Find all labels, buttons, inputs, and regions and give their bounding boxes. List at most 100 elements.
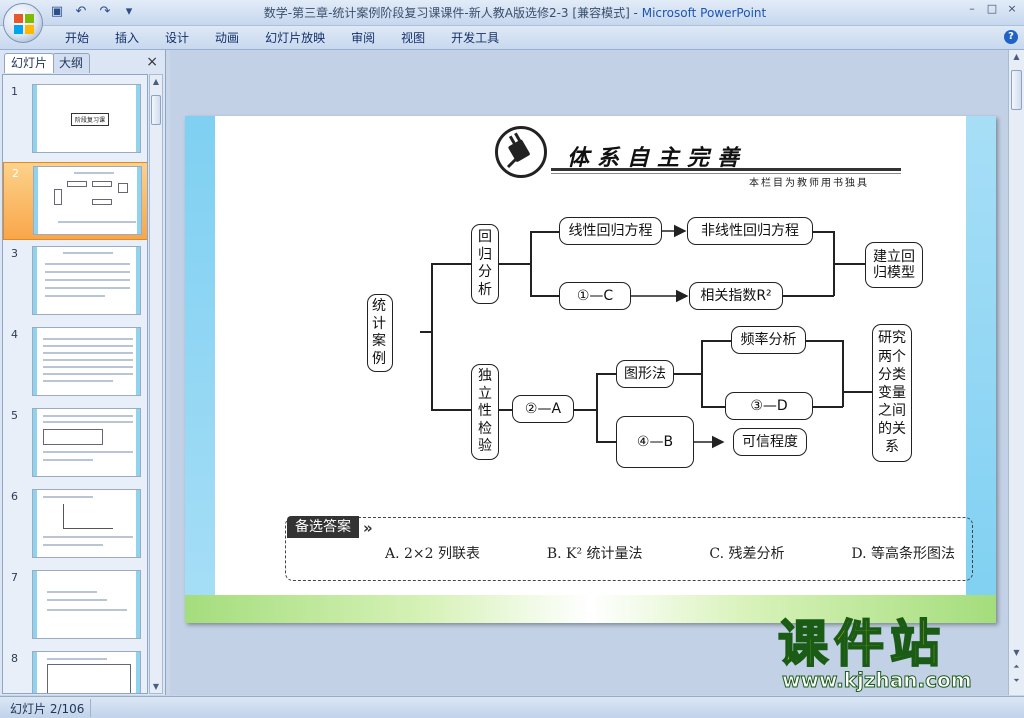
- thumbnail-scrollbar[interactable]: ▲ ▼: [149, 74, 163, 694]
- node-linear-regression: 线性回归方程: [559, 217, 662, 245]
- next-slide-icon[interactable]: ⏷: [1009, 676, 1024, 686]
- slide-number: 3: [11, 247, 18, 260]
- node-blank-a: ②—A: [512, 395, 574, 423]
- tab-design[interactable]: 设计: [152, 30, 202, 46]
- node-study-relationship: 研究两个分类变量之间的关系: [872, 324, 912, 462]
- slide-number: 6: [11, 490, 18, 503]
- thumbnail-list: 1 阶段复习课 2 3 4 5 6 7 8: [2, 74, 148, 694]
- watermark-logo: 课件站 www.kjzhan.com: [777, 615, 1004, 693]
- thumb-title: 阶段复习课: [71, 113, 110, 126]
- slide-preview: [32, 246, 141, 315]
- slide-preview: [32, 489, 141, 558]
- tab-animations[interactable]: 动画: [202, 30, 252, 46]
- close-button[interactable]: ×: [1004, 2, 1020, 16]
- node-credibility: 可信程度: [733, 428, 807, 456]
- node-study-label: 研究两个分类变量之间的关系: [878, 330, 906, 456]
- node-blank-c: ①—C: [559, 282, 631, 310]
- slide-thumbnail[interactable]: 6: [3, 486, 147, 564]
- slide-preview: [32, 327, 141, 396]
- slide-thumbnail[interactable]: 8: [3, 648, 147, 693]
- answer-options: A. 2×2 列联表 B. K² 统计量法 C. 残差分析 D. 等高条形图法: [385, 543, 955, 563]
- slide-counter: 幻灯片 2/106: [10, 702, 85, 716]
- previous-slide-icon[interactable]: ⏶: [1009, 662, 1024, 672]
- tab-home[interactable]: 开始: [52, 30, 102, 46]
- slide-preview: [32, 408, 141, 477]
- slide-thumbnail[interactable]: 3: [3, 243, 147, 321]
- slide-thumbnail[interactable]: 1 阶段复习课: [3, 81, 147, 159]
- office-logo-icon: [14, 14, 34, 34]
- node-independence: 独立性检验: [471, 364, 499, 460]
- node-blank-d: ③—D: [725, 392, 813, 420]
- scroll-down-icon[interactable]: ▼: [1009, 648, 1024, 657]
- document-title: 数学-第三章-统计案例阶段复习课课件-新人教A版选修2-3 [兼容模式] -: [263, 6, 642, 20]
- quick-access-toolbar: ▣ ↶ ↷ ▾: [48, 4, 138, 20]
- pane-tabs: 幻灯片 大纲 ×: [2, 53, 162, 73]
- undo-icon[interactable]: ↶: [72, 4, 90, 20]
- tab-slideshow[interactable]: 幻灯片放映: [252, 30, 338, 46]
- slide-number: 8: [11, 652, 18, 665]
- node-regression-label: 回归分析: [478, 229, 492, 298]
- window-controls: – □ ×: [964, 2, 1020, 16]
- node-graph-method: 图形法: [616, 360, 674, 388]
- scroll-down-icon[interactable]: ▼: [150, 682, 162, 691]
- slide-thumbnail[interactable]: 7: [3, 567, 147, 645]
- office-button[interactable]: [3, 3, 43, 43]
- answer-option: D. 等高条形图法: [851, 546, 955, 562]
- answers-arrow-icon: »: [363, 519, 373, 537]
- watermark-url: www.kjzhan.com: [782, 668, 973, 693]
- ribbon-tabs: 开始 插入 设计 动画 幻灯片放映 审阅 视图 开发工具: [52, 30, 512, 46]
- slide-thumbnail[interactable]: 5: [3, 405, 147, 483]
- answer-option: C. 残差分析: [709, 546, 785, 562]
- restore-button[interactable]: □: [984, 2, 1000, 16]
- tab-outline[interactable]: 大纲: [52, 53, 91, 73]
- node-build-line2: 归模型: [873, 265, 915, 281]
- watermark-title: 课件站: [777, 615, 946, 673]
- slide-canvas[interactable]: 体系自主完善 本栏目为教师用书独具 统计案例 回归分析 独立性检验 线性回归方程…: [185, 116, 996, 623]
- scroll-up-icon[interactable]: ▲: [1009, 52, 1024, 61]
- ribbon: 开始 插入 设计 动画 幻灯片放映 审阅 视图 开发工具 ?: [0, 26, 1024, 50]
- status-separator: [90, 699, 91, 717]
- slide-preview: [32, 570, 141, 639]
- node-nonlinear-regression: 非线性回归方程: [687, 217, 813, 245]
- node-root: 统计案例: [367, 294, 393, 372]
- slide-number: 5: [11, 409, 18, 422]
- scrollbar-thumb[interactable]: [151, 95, 161, 125]
- node-build-line1: 建立回: [873, 248, 915, 265]
- save-icon[interactable]: ▣: [48, 4, 66, 20]
- slide-preview: [33, 166, 142, 235]
- tab-developer[interactable]: 开发工具: [438, 30, 512, 46]
- tab-slides[interactable]: 幻灯片: [4, 53, 55, 73]
- tab-review[interactable]: 审阅: [338, 30, 388, 46]
- slide-thumbnail-selected[interactable]: 2: [3, 162, 147, 240]
- scroll-up-icon[interactable]: ▲: [150, 77, 162, 86]
- tab-insert[interactable]: 插入: [102, 30, 152, 46]
- slide-number: 2: [12, 167, 19, 180]
- slides-pane: 幻灯片 大纲 × 1 阶段复习课 2 3 4 5 6 7 8 ▲ ▼: [0, 50, 166, 695]
- slide-preview: [32, 651, 141, 693]
- status-bar: 幻灯片 2/106: [0, 696, 1024, 718]
- slide-thumbnail[interactable]: 4: [3, 324, 147, 402]
- node-blank-b: ④—B: [616, 416, 694, 468]
- redo-icon[interactable]: ↷: [96, 4, 114, 20]
- node-root-label: 统计案例: [372, 298, 388, 367]
- minimize-button[interactable]: –: [964, 2, 980, 16]
- answers-label: 备选答案: [287, 516, 359, 538]
- scrollbar-thumb[interactable]: [1011, 70, 1022, 110]
- node-r-squared: 相关指数R²: [689, 282, 783, 310]
- slide-number: 7: [11, 571, 18, 584]
- slide-preview: 阶段复习课: [32, 84, 141, 153]
- title-bar: ▣ ↶ ↷ ▾ 数学-第三章-统计案例阶段复习课课件-新人教A版选修2-3 [兼…: [0, 0, 1024, 26]
- help-icon[interactable]: ?: [1004, 30, 1018, 44]
- answer-option: A. 2×2 列联表: [385, 546, 481, 562]
- node-independence-label: 独立性检验: [478, 368, 492, 455]
- slide-number: 4: [11, 328, 18, 341]
- answer-option: B. K² 统计量法: [546, 546, 643, 562]
- node-regression: 回归分析: [471, 224, 499, 304]
- slide-number: 1: [11, 85, 18, 98]
- app-name: Microsoft PowerPoint: [641, 6, 767, 20]
- customize-qat-icon[interactable]: ▾: [120, 4, 138, 20]
- pane-close-icon[interactable]: ×: [146, 54, 158, 70]
- window-title: 数学-第三章-统计案例阶段复习课课件-新人教A版选修2-3 [兼容模式] - M…: [150, 4, 880, 21]
- tab-view[interactable]: 视图: [388, 30, 438, 46]
- editor-scrollbar[interactable]: ▲ ▼ ⏶ ⏷: [1008, 50, 1024, 695]
